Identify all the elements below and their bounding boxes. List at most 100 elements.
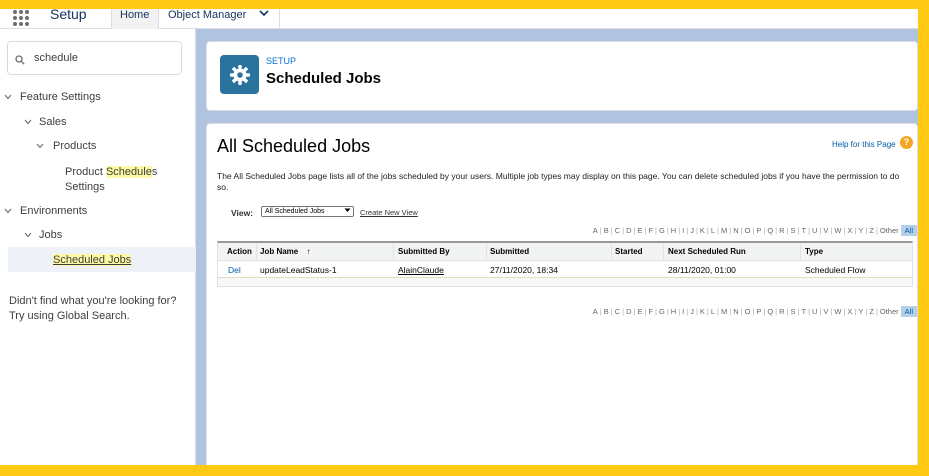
sort-ascending-icon: ↑ bbox=[306, 247, 311, 256]
alpha-filter-f[interactable]: F bbox=[646, 307, 655, 316]
alpha-filter-o[interactable]: O bbox=[743, 307, 753, 316]
tab-object-manager-label: Object Manager bbox=[168, 9, 247, 21]
tree-item-products[interactable]: Products bbox=[53, 140, 96, 152]
section-title: All Scheduled Jobs bbox=[217, 136, 371, 156]
alpha-filter-c[interactable]: C bbox=[613, 307, 622, 316]
alpha-filter-j[interactable]: J bbox=[688, 226, 696, 235]
alpha-filter-b[interactable]: B bbox=[602, 307, 611, 316]
tab-object-manager[interactable]: Object Manager bbox=[160, 9, 280, 29]
expand-sales-icon[interactable] bbox=[24, 118, 32, 127]
alpha-filter-y[interactable]: Y bbox=[856, 307, 865, 316]
tree-item-product-schedules-settings[interactable]: Product Schedules Settings bbox=[65, 165, 157, 195]
alpha-filter-d[interactable]: D bbox=[624, 307, 633, 316]
search-icon bbox=[15, 52, 25, 65]
alpha-filter-l[interactable]: L bbox=[709, 226, 717, 235]
view-select-value: All Scheduled Jobs bbox=[265, 208, 325, 215]
alpha-filter-u[interactable]: U bbox=[810, 307, 819, 316]
alpha-filter-q[interactable]: Q bbox=[765, 226, 775, 235]
alpha-filter-h[interactable]: H bbox=[669, 307, 678, 316]
alpha-filter-other[interactable]: Other bbox=[878, 226, 901, 235]
alpha-filter-h[interactable]: H bbox=[669, 226, 678, 235]
quick-find-input[interactable]: schedule bbox=[7, 41, 182, 75]
alpha-filter-z[interactable]: Z bbox=[867, 307, 876, 316]
column-header-submitted[interactable]: Submitted bbox=[490, 247, 529, 256]
column-header-job-name[interactable]: Job Name ↑ bbox=[260, 247, 310, 256]
alpha-filter-e[interactable]: E bbox=[635, 226, 644, 235]
page-title: Scheduled Jobs bbox=[266, 70, 382, 87]
column-header-job-name-label: Job Name bbox=[260, 247, 299, 256]
alpha-filter-a[interactable]: A bbox=[591, 226, 600, 235]
alpha-filter-s[interactable]: S bbox=[789, 226, 798, 235]
alpha-filter-l[interactable]: L bbox=[709, 307, 717, 316]
tree-item-scheduled-jobs[interactable]: Scheduled Jobs bbox=[53, 254, 132, 266]
alpha-filter-p[interactable]: P bbox=[754, 226, 763, 235]
page-description: The All Scheduled Jobs page lists all of… bbox=[217, 171, 900, 192]
expand-jobs-icon[interactable] bbox=[24, 231, 32, 240]
alpha-filter-w[interactable]: W bbox=[832, 226, 843, 235]
delete-job-link[interactable]: Del bbox=[228, 265, 241, 275]
column-header-type[interactable]: Type bbox=[805, 247, 823, 256]
chevron-down-icon[interactable] bbox=[259, 9, 269, 21]
table-row: Del updateLeadStatus-1 AlainClaude 27/11… bbox=[218, 262, 912, 278]
column-header-started[interactable]: Started bbox=[615, 247, 643, 256]
tree-item-environments[interactable]: Environments bbox=[20, 205, 87, 217]
alpha-filter-p[interactable]: P bbox=[754, 307, 763, 316]
tab-home[interactable]: Home bbox=[111, 9, 159, 29]
alpha-filter-n[interactable]: N bbox=[731, 307, 740, 316]
help-for-page-link[interactable]: Help for this Page bbox=[832, 140, 896, 149]
alpha-filter-w[interactable]: W bbox=[832, 307, 843, 316]
column-header-next-run[interactable]: Next Scheduled Run bbox=[668, 247, 746, 256]
quick-find-value: schedule bbox=[34, 52, 79, 64]
tree-item-sales[interactable]: Sales bbox=[39, 116, 67, 128]
column-header-action: Action bbox=[227, 247, 252, 256]
alpha-filter-o[interactable]: O bbox=[743, 226, 753, 235]
submitted-by-link[interactable]: AlainClaude bbox=[398, 265, 444, 275]
app-launcher-icon[interactable] bbox=[13, 10, 31, 26]
next-run-cell: 28/11/2020, 01:00 bbox=[668, 265, 736, 275]
tree-item-feature-settings[interactable]: Feature Settings bbox=[20, 91, 101, 103]
app-window: Setup Home Object Manager schedule Featu… bbox=[0, 9, 918, 465]
expand-products-icon[interactable] bbox=[36, 142, 44, 151]
help-icon[interactable]: ? bbox=[900, 136, 913, 149]
alpha-filter-m[interactable]: M bbox=[719, 226, 729, 235]
alpha-filter-v[interactable]: V bbox=[821, 307, 830, 316]
expand-feature-settings-icon[interactable] bbox=[4, 93, 12, 102]
view-select[interactable]: All Scheduled Jobs bbox=[261, 206, 354, 217]
alpha-filter-y[interactable]: Y bbox=[856, 226, 865, 235]
alpha-filter-j[interactable]: J bbox=[688, 307, 696, 316]
alpha-filter-all[interactable]: All bbox=[900, 225, 917, 236]
alpha-filter-d[interactable]: D bbox=[624, 226, 633, 235]
breadcrumb[interactable]: SETUP bbox=[266, 56, 296, 66]
alpha-filter-all[interactable]: All bbox=[900, 306, 917, 317]
alpha-filter-x[interactable]: X bbox=[845, 226, 854, 235]
main-content: All Scheduled Jobs Help for this Page ? … bbox=[206, 123, 918, 465]
alpha-filter-g[interactable]: G bbox=[657, 307, 667, 316]
alpha-filter-r[interactable]: R bbox=[777, 226, 786, 235]
alpha-filter-m[interactable]: M bbox=[719, 307, 729, 316]
tree-item-jobs[interactable]: Jobs bbox=[39, 229, 62, 241]
alpha-filter-t[interactable]: T bbox=[799, 307, 808, 316]
alpha-filter-r[interactable]: R bbox=[777, 307, 786, 316]
alpha-filter-n[interactable]: N bbox=[731, 226, 740, 235]
alpha-filter-t[interactable]: T bbox=[799, 226, 808, 235]
alpha-filter-c[interactable]: C bbox=[613, 226, 622, 235]
alpha-filter-k[interactable]: K bbox=[698, 307, 707, 316]
alpha-filter-v[interactable]: V bbox=[821, 226, 830, 235]
alpha-filter-z[interactable]: Z bbox=[867, 226, 876, 235]
alpha-filter-f[interactable]: F bbox=[646, 226, 655, 235]
alpha-filter-a[interactable]: A bbox=[591, 307, 600, 316]
alpha-filter-u[interactable]: U bbox=[810, 226, 819, 235]
alpha-filter-other[interactable]: Other bbox=[878, 307, 901, 316]
expand-environments-icon[interactable] bbox=[4, 207, 12, 216]
table-header-row: Action Job Name ↑ Submitted By Submitted… bbox=[218, 243, 912, 261]
alpha-filter-q[interactable]: Q bbox=[765, 307, 775, 316]
type-cell: Scheduled Flow bbox=[805, 265, 866, 275]
alpha-filter-x[interactable]: X bbox=[845, 307, 854, 316]
alpha-filter-k[interactable]: K bbox=[698, 226, 707, 235]
alpha-filter-b[interactable]: B bbox=[602, 226, 611, 235]
create-new-view-link[interactable]: Create New View bbox=[360, 208, 418, 217]
alpha-filter-e[interactable]: E bbox=[635, 307, 644, 316]
alpha-filter-g[interactable]: G bbox=[657, 226, 667, 235]
alpha-filter-s[interactable]: S bbox=[789, 307, 798, 316]
column-header-submitted-by[interactable]: Submitted By bbox=[398, 247, 450, 256]
